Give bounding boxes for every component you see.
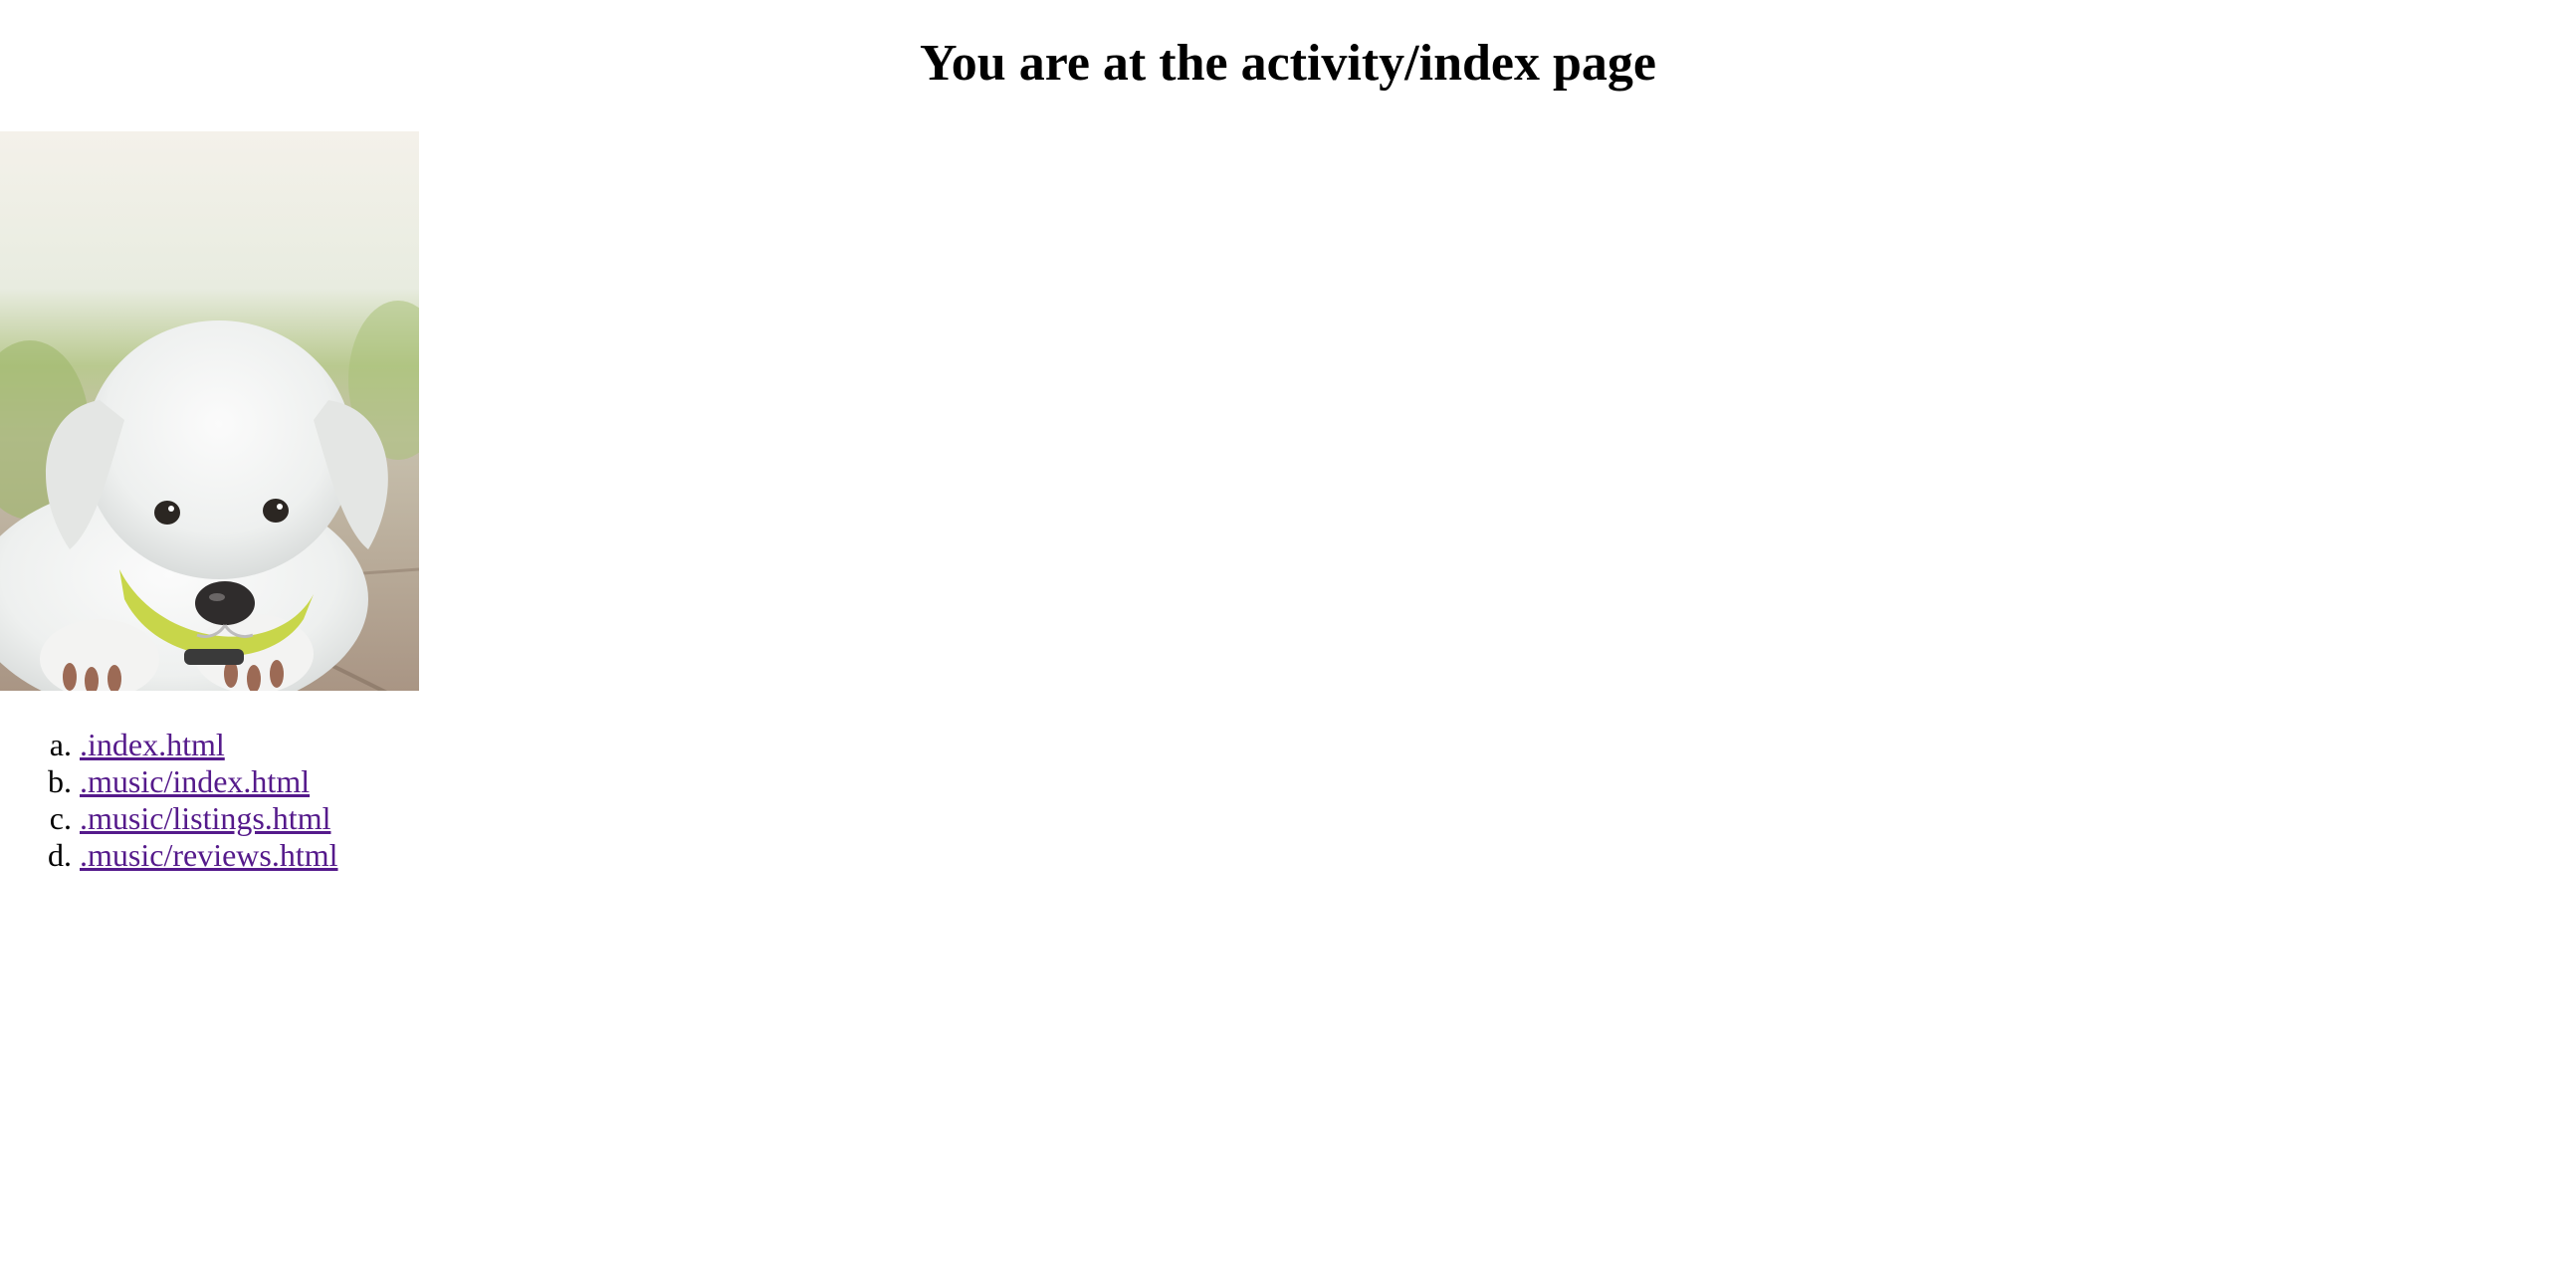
list-item: .index.html	[80, 727, 338, 763]
puppy-image	[0, 131, 419, 691]
list-item: .music/index.html	[80, 763, 338, 800]
list-item: .music/listings.html	[80, 800, 338, 837]
link-index-html[interactable]: .index.html	[80, 727, 225, 762]
link-music-index-html[interactable]: .music/index.html	[80, 763, 310, 799]
page-title: You are at the activity/index page	[920, 35, 1656, 92]
links-list: .index.html .music/index.html .music/lis…	[0, 727, 338, 874]
link-music-reviews-html[interactable]: .music/reviews.html	[80, 837, 338, 873]
list-item: .music/reviews.html	[80, 837, 338, 874]
link-music-listings-html[interactable]: .music/listings.html	[80, 800, 330, 836]
